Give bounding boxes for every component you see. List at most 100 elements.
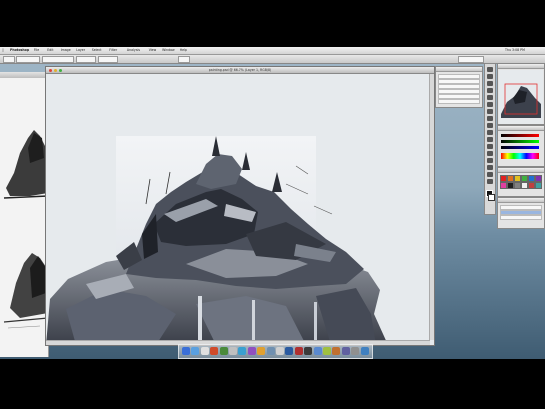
swatches-panel-header[interactable] [498,168,544,173]
history-panel[interactable] [497,197,545,229]
dock-app-icon[interactable] [200,347,209,355]
color-swatch[interactable] [507,175,514,182]
color-swatch[interactable] [514,175,521,182]
shape-tool-icon[interactable] [487,165,493,170]
color-panel[interactable] [497,125,545,167]
dock-app-icon[interactable] [332,347,341,355]
background-sketch [3,130,48,329]
dock-app-icon[interactable] [351,347,360,355]
crop-tool-icon[interactable] [487,95,493,100]
dock-app-icon[interactable] [257,347,266,355]
wand-tool-icon[interactable] [487,88,493,93]
menu-item-edit[interactable]: Edit [47,47,53,54]
color-swatch[interactable] [507,182,514,189]
dock-app-icon[interactable] [341,347,350,355]
dock [178,344,373,359]
dock-app-icon[interactable] [191,347,200,355]
history-panel-header[interactable] [498,198,544,203]
dodge-tool-icon[interactable] [487,137,493,142]
color-swatch[interactable] [528,175,535,182]
blue-slider[interactable] [501,146,539,149]
dock-app-icon[interactable] [304,347,313,355]
eraser-tool-icon[interactable] [487,123,493,128]
tools-panel [484,63,496,215]
dock-app-icon[interactable] [238,347,247,355]
workspace-button[interactable] [458,56,484,63]
stamp-tool-icon[interactable] [487,116,493,121]
desktop-screen:  Photoshop File Edit Image Layer Select Filte… [0,47,545,359]
move-tool-icon[interactable] [487,67,493,72]
canvas-area[interactable] [46,74,434,345]
layers-panel-header[interactable] [436,67,482,72]
dock-app-icon[interactable] [313,347,322,355]
history-step[interactable] [500,215,542,220]
dock-app-icon[interactable] [285,347,294,355]
document-titlebar[interactable]: painting.psd @ 66.7% (Layer 1, RGB/8) [46,67,434,74]
navigator-thumbnail [499,70,543,124]
menu-item-help[interactable]: Help [180,47,187,54]
type-tool-icon[interactable] [487,151,493,156]
color-swatch[interactable] [514,182,521,189]
dock-app-icon[interactable] [182,347,190,355]
hand-tool-icon[interactable] [487,172,493,177]
dock-app-icon[interactable] [210,347,219,355]
color-swatch[interactable] [500,182,507,189]
menu-clock: Thu 3:08 PM [505,48,525,52]
dock-app-icon[interactable] [294,347,303,355]
color-swatch[interactable] [528,182,535,189]
options-bar [0,55,545,64]
eyedropper-tool-icon[interactable] [487,102,493,107]
menu-item-view[interactable]: View [149,47,157,54]
menu-item-select[interactable]: Select [92,47,102,54]
menu-item-window[interactable]: Window [162,47,175,54]
color-panel-header[interactable] [498,126,544,131]
airbrush-toggle[interactable] [178,56,190,63]
dock-app-icon[interactable] [247,347,256,355]
tool-preset-picker[interactable] [3,56,15,63]
color-swatch[interactable] [521,182,528,189]
menu-item-image[interactable]: Image [61,47,71,54]
background-document-window[interactable] [0,72,49,357]
flow-field[interactable] [98,56,118,63]
menu-item-analysis[interactable]: Analysis [127,47,140,54]
app-menu[interactable]: Photoshop [10,47,29,54]
main-document-window[interactable]: painting.psd @ 66.7% (Layer 1, RGB/8) [45,66,435,346]
swatches-panel[interactable] [497,167,545,197]
color-swatch[interactable] [535,175,542,182]
spectrum-bar[interactable] [501,153,539,159]
path-tool-icon[interactable] [487,158,493,163]
pen-tool-icon[interactable] [487,144,493,149]
dock-app-icon[interactable] [323,347,331,355]
lasso-tool-icon[interactable] [487,81,493,86]
document-title: painting.psd @ 66.7% (Layer 1, RGB/8) [208,68,272,72]
layer-row[interactable] [438,99,480,104]
menu-item-layer[interactable]: Layer [76,47,85,54]
vertical-scrollbar[interactable] [429,74,434,340]
castle-painting [46,136,388,345]
opacity-field[interactable] [76,56,96,63]
menu-bar:  Photoshop File Edit Image Layer Select Filte… [0,47,545,55]
menu-item-filter[interactable]: Filter [109,47,117,54]
brush-size-field[interactable] [16,56,40,63]
red-slider[interactable] [501,134,539,137]
dock-app-icon[interactable] [360,347,369,355]
mode-select[interactable] [42,56,74,63]
color-swatch[interactable] [500,175,507,182]
zoom-tool-icon[interactable] [487,179,493,184]
background-color-swatch[interactable] [488,194,495,201]
color-swatch[interactable] [535,182,542,189]
navigator-panel[interactable] [497,63,545,125]
navigator-panel-header[interactable] [498,64,544,69]
color-swatch[interactable] [521,175,528,182]
dock-app-icon[interactable] [276,347,284,355]
dock-app-icon[interactable] [219,347,228,355]
gradient-tool-icon[interactable] [487,130,493,135]
apple-icon[interactable]:  [2,47,4,54]
brush-tool-icon[interactable] [487,109,493,114]
dock-app-icon[interactable] [266,347,275,355]
layers-panel[interactable] [435,66,483,108]
green-slider[interactable] [501,140,539,143]
menu-item-file[interactable]: File [34,47,39,54]
marquee-tool-icon[interactable] [487,74,493,79]
dock-app-icon[interactable] [229,347,237,355]
